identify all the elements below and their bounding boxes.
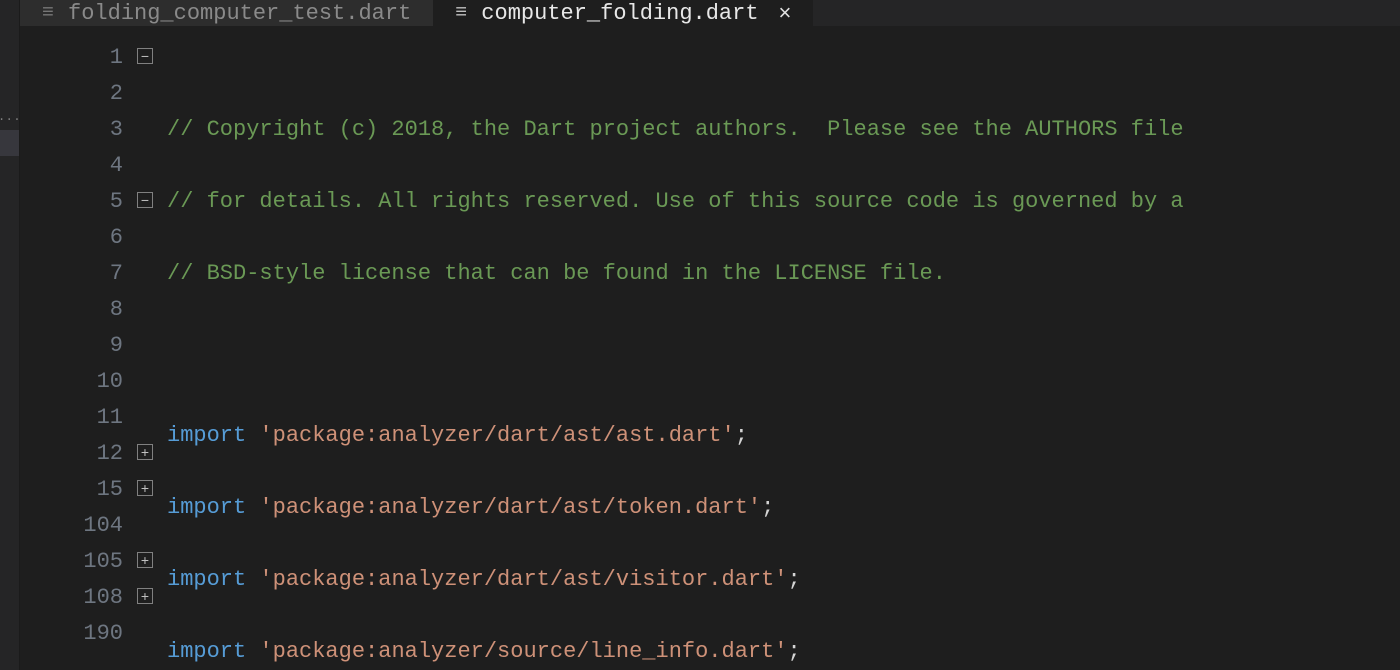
line-number[interactable]: 4 <box>20 148 135 184</box>
file-icon: ≡ <box>455 2 467 25</box>
fold-toggle-open[interactable]: − <box>137 192 153 208</box>
line-number[interactable]: 7 <box>20 256 135 292</box>
activity-bar-item[interactable] <box>0 78 19 104</box>
line-number[interactable]: 190 <box>20 616 135 652</box>
line-number[interactable]: 105 <box>20 544 135 580</box>
fold-toggle-closed[interactable]: + <box>137 552 153 568</box>
close-icon[interactable]: × <box>779 0 792 26</box>
activity-bar-item[interactable] <box>0 130 19 156</box>
code-line[interactable]: import 'package:analyzer/dart/ast/ast.da… <box>167 418 1400 454</box>
tab-computer-folding[interactable]: ≡ computer_folding.dart × <box>433 0 813 26</box>
code-line[interactable]: import 'package:analyzer/source/line_inf… <box>167 634 1400 670</box>
line-number[interactable]: 104 <box>20 508 135 544</box>
tab-folding-computer-test[interactable]: ≡ folding_computer_test.dart <box>20 0 433 26</box>
line-number[interactable]: 2 <box>20 76 135 112</box>
line-number[interactable]: 5 <box>20 184 135 220</box>
activity-bar-item[interactable] <box>0 26 19 52</box>
fold-toggle-closed[interactable]: + <box>137 588 153 604</box>
tab-label: computer_folding.dart <box>481 1 758 26</box>
line-number[interactable]: 1 <box>20 40 135 76</box>
line-number[interactable]: 9 <box>20 328 135 364</box>
file-icon: ≡ <box>42 2 54 25</box>
line-number[interactable]: 6 <box>20 220 135 256</box>
line-number[interactable]: 12 <box>20 436 135 472</box>
code-line[interactable]: // Copyright (c) 2018, the Dart project … <box>167 112 1400 148</box>
fold-toggle-closed[interactable]: + <box>137 444 153 460</box>
main-area: ≡ folding_computer_test.dart ≡ computer_… <box>20 0 1400 670</box>
tab-bar: ≡ folding_computer_test.dart ≡ computer_… <box>20 0 1400 26</box>
code-line[interactable]: // BSD-style license that can be found i… <box>167 256 1400 292</box>
line-number[interactable]: 8 <box>20 292 135 328</box>
line-number-gutter: 1 2 3 4 5 6 7 8 9 10 11 12 15 104 105 10… <box>20 26 135 670</box>
code-line-blank[interactable] <box>167 328 1400 364</box>
code-area[interactable]: // Copyright (c) 2018, the Dart project … <box>167 26 1400 670</box>
line-number[interactable]: 108 <box>20 580 135 616</box>
fold-gutter: − − + + + + <box>135 26 167 670</box>
line-number[interactable]: 15 <box>20 472 135 508</box>
tab-label: folding_computer_test.dart <box>68 1 411 26</box>
activity-bar-item[interactable] <box>0 0 19 26</box>
fold-toggle-open[interactable]: − <box>137 48 153 64</box>
line-number[interactable]: 3 <box>20 112 135 148</box>
code-editor[interactable]: 1 2 3 4 5 6 7 8 9 10 11 12 15 104 105 10… <box>20 26 1400 670</box>
code-line[interactable]: import 'package:analyzer/dart/ast/token.… <box>167 490 1400 526</box>
line-number[interactable]: 11 <box>20 400 135 436</box>
activity-bar-ellipsis[interactable]: ... <box>0 104 19 130</box>
code-line[interactable]: // for details. All rights reserved. Use… <box>167 184 1400 220</box>
line-number[interactable]: 10 <box>20 364 135 400</box>
fold-toggle-closed[interactable]: + <box>137 480 153 496</box>
activity-bar-item[interactable] <box>0 52 19 78</box>
code-line[interactable]: import 'package:analyzer/dart/ast/visito… <box>167 562 1400 598</box>
editor-root: ... ≡ folding_computer_test.dart ≡ compu… <box>0 0 1400 670</box>
activity-bar: ... <box>0 0 20 670</box>
